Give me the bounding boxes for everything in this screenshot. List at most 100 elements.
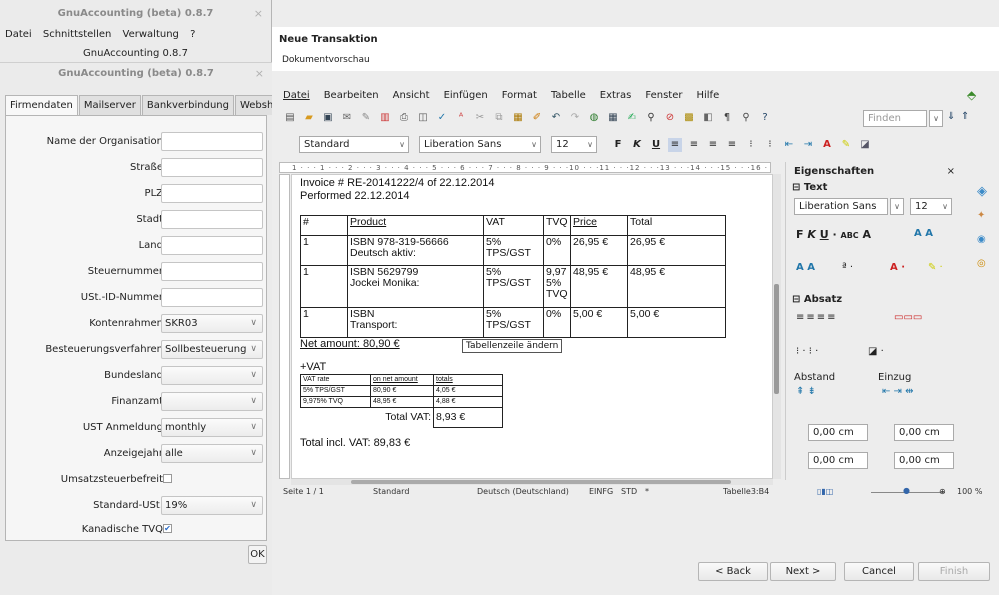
menu-tabelle[interactable]: Tabelle bbox=[551, 90, 586, 101]
save-icon[interactable]: ▣ bbox=[321, 111, 335, 125]
link-icon[interactable]: ◍ bbox=[587, 111, 601, 125]
besteuerung-select[interactable]: Sollbesteuerung ∨ bbox=[161, 340, 263, 359]
highlight-icon[interactable]: ✎ bbox=[839, 138, 853, 152]
undo-icon[interactable]: ↶ bbox=[549, 111, 563, 125]
navigator-deck-icon[interactable]: ◎ bbox=[977, 258, 986, 269]
ustid-input[interactable] bbox=[161, 288, 263, 307]
menu-verwaltung[interactable]: Verwaltung bbox=[123, 29, 179, 40]
bundesland-select[interactable]: ∨ bbox=[161, 366, 263, 385]
cell[interactable]: 1 bbox=[300, 307, 348, 338]
find-next-icon[interactable]: ⇓ bbox=[947, 111, 955, 122]
dialog-close-icon[interactable]: × bbox=[255, 63, 264, 85]
kanadische-tvq-checkbox[interactable]: ✔ bbox=[163, 524, 172, 533]
total-vat-value[interactable]: 8,93 € bbox=[433, 407, 503, 428]
menu-help[interactable]: ? bbox=[190, 29, 195, 40]
align-center-icon[interactable]: ≡ bbox=[687, 138, 701, 152]
horizontal-ruler[interactable]: 1 · · · 1 · · · 2 · · · 3 · · · 4 · · · … bbox=[279, 162, 771, 173]
sidebar-close-icon[interactable]: × bbox=[947, 166, 955, 177]
vat-header-cell[interactable]: totals bbox=[433, 374, 503, 386]
help-icon[interactable]: ? bbox=[758, 111, 772, 125]
numbering-icon[interactable]: ⁝ bbox=[744, 138, 758, 152]
cell[interactable]: 5,00 € bbox=[627, 307, 726, 338]
sidebar-list-icons[interactable]: ⁝ · ⁝ · bbox=[796, 346, 818, 357]
standard-ust-select[interactable]: 19% ∨ bbox=[161, 496, 263, 515]
header-cell[interactable]: Total bbox=[627, 215, 726, 236]
vat-cell[interactable]: 4,05 € bbox=[433, 385, 503, 397]
total-vat-label[interactable]: Total VAT: bbox=[300, 407, 434, 428]
cell[interactable]: ISBN 978-319-56666 Deutsch aktiv: bbox=[347, 235, 484, 266]
vat-header-cell[interactable]: VAT rate bbox=[300, 374, 371, 386]
sidebar-bg-icon[interactable]: ◪ · bbox=[868, 346, 884, 357]
paste-icon[interactable]: ▦ bbox=[511, 111, 525, 125]
ust-anmeldung-select[interactable]: monthly ∨ bbox=[161, 418, 263, 437]
cut-icon[interactable]: ✂ bbox=[473, 111, 487, 125]
finanzamt-select[interactable]: ∨ bbox=[161, 392, 263, 411]
table-icon[interactable]: ▦ bbox=[606, 111, 620, 125]
tab-firmendaten[interactable]: Firmendaten bbox=[5, 95, 78, 116]
absatz-section-title[interactable]: ⊟ Absatz bbox=[792, 294, 842, 305]
bold-icon[interactable]: F bbox=[611, 138, 625, 152]
menu-schnittstellen[interactable]: Schnittstellen bbox=[43, 29, 111, 40]
invoice-page[interactable]: Invoice # RE-20141222/4 of 22.12.2014 Pe… bbox=[296, 175, 772, 478]
styles-deck-icon[interactable]: ✦ bbox=[977, 210, 985, 221]
draw-icon[interactable]: ✍ bbox=[625, 111, 639, 125]
sidebar-font-dropdown[interactable]: ∨ bbox=[890, 198, 904, 215]
sidebar-case-icons[interactable]: A A bbox=[914, 228, 933, 239]
align-right-icon[interactable]: ≡ bbox=[706, 138, 720, 152]
properties-deck-icon[interactable]: ◈ bbox=[977, 184, 987, 199]
menu-format[interactable]: Format bbox=[502, 90, 537, 101]
edit-icon[interactable]: ✎ bbox=[359, 111, 373, 125]
navigator-icon[interactable]: ⊘ bbox=[663, 111, 677, 125]
vat-table[interactable]: VAT rate on net amount totals 5% TPS/GST… bbox=[300, 374, 503, 428]
menu-extras[interactable]: Extras bbox=[600, 90, 632, 101]
tab-mailserver[interactable]: Mailserver bbox=[78, 95, 141, 115]
header-cell[interactable]: VAT bbox=[483, 215, 544, 236]
zoom-slider-thumb[interactable]: ● bbox=[903, 483, 910, 499]
sidebar-spacing-icon[interactable]: ª · bbox=[842, 262, 853, 273]
decrease-indent-icon[interactable]: ⇤ bbox=[782, 138, 796, 152]
cell[interactable]: 1 bbox=[300, 265, 348, 308]
vat-header-cell[interactable]: on net amount bbox=[370, 374, 434, 386]
new-doc-icon[interactable]: ▤ bbox=[283, 111, 297, 125]
steuernummer-input[interactable] bbox=[161, 262, 263, 281]
cell[interactable]: 48,95 € bbox=[627, 265, 726, 308]
indent-after-input[interactable]: 0,00 cm bbox=[894, 452, 954, 469]
brush-icon[interactable]: ✐ bbox=[530, 111, 544, 125]
background-color-icon[interactable]: ◪ bbox=[858, 138, 872, 152]
find-prev-icon[interactable]: ⇑ bbox=[961, 111, 969, 122]
bullets-icon[interactable]: ⁝ bbox=[763, 138, 777, 152]
font-name-combo[interactable]: Liberation Sans ∨ bbox=[419, 136, 541, 153]
font-color-icon[interactable]: A bbox=[820, 138, 834, 152]
paragraph-style-combo[interactable]: Standard ∨ bbox=[299, 136, 409, 153]
open-icon[interactable]: ▰ bbox=[302, 111, 316, 125]
ok-button[interactable]: OK bbox=[248, 545, 267, 564]
menu-ansicht[interactable]: Ansicht bbox=[393, 90, 430, 101]
anzeigejahr-select[interactable]: alle ∨ bbox=[161, 444, 263, 463]
stadt-input[interactable] bbox=[161, 210, 263, 229]
land-input[interactable] bbox=[161, 236, 263, 255]
sidebar-font-color-icon[interactable]: A · bbox=[890, 262, 905, 273]
increase-indent-icon[interactable]: ⇥ bbox=[801, 138, 815, 152]
vat-cell[interactable]: 5% TPS/GST bbox=[300, 385, 371, 397]
strasse-input[interactable] bbox=[161, 158, 263, 177]
menu-einfuegen[interactable]: Einfügen bbox=[444, 90, 488, 101]
cell[interactable]: 5% TPS/GST bbox=[483, 307, 544, 338]
find-dropdown[interactable]: ∨ bbox=[929, 110, 943, 127]
cell[interactable]: ISBN Transport: bbox=[347, 307, 484, 338]
zoom-in-icon[interactable]: ⊕ bbox=[939, 484, 946, 500]
finish-button[interactable]: Finish bbox=[918, 562, 990, 581]
vat-cell[interactable]: 80,90 € bbox=[370, 385, 434, 397]
vat-cell[interactable]: 48,95 € bbox=[370, 396, 434, 408]
mail-icon[interactable]: ✉ bbox=[340, 111, 354, 125]
menu-fenster[interactable]: Fenster bbox=[645, 90, 682, 101]
view-layout-icons[interactable]: ▯▮◫ bbox=[817, 484, 833, 500]
vertical-ruler[interactable] bbox=[279, 174, 290, 479]
sidebar-valign-icons[interactable]: ▭▭▭ bbox=[894, 312, 922, 323]
italic-icon[interactable]: K bbox=[630, 138, 644, 152]
sidebar-text-format-icons[interactable]: F K U · ABC A bbox=[796, 228, 871, 241]
cell[interactable]: 0% bbox=[543, 235, 571, 266]
close-icon[interactable]: × bbox=[254, 0, 263, 27]
text-section-title[interactable]: ⊟ Text bbox=[792, 182, 827, 193]
next-button[interactable]: Next > bbox=[770, 562, 836, 581]
sidebar-highlight-icon[interactable]: ✎ · bbox=[928, 262, 943, 273]
